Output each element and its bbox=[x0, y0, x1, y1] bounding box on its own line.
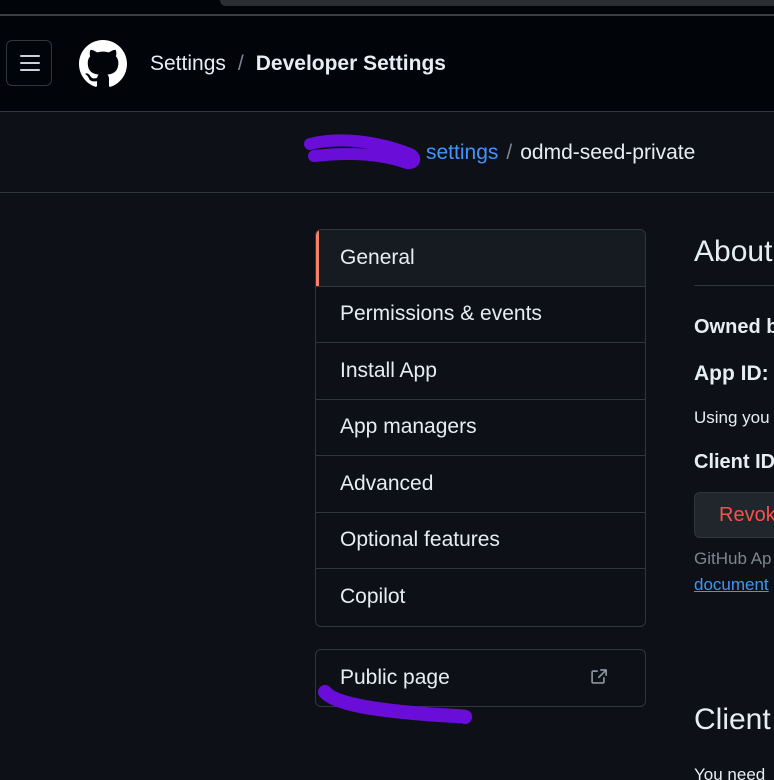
public-page-label: Public page bbox=[340, 666, 450, 689]
client-id-label: Client ID bbox=[694, 451, 774, 473]
current-app-name: odmd-seed-private bbox=[520, 141, 696, 164]
browser-tab bbox=[220, 0, 774, 6]
you-need-text: You need bbox=[694, 765, 766, 780]
menu-item-copilot[interactable]: Copilot bbox=[316, 569, 645, 626]
public-page-link[interactable]: Public page bbox=[315, 649, 646, 707]
documentation-link[interactable]: document bbox=[694, 575, 769, 595]
about-heading: About bbox=[694, 235, 773, 268]
main-content: About Owned b App ID: 9 Using you Client… bbox=[694, 229, 774, 780]
menu-item-advanced[interactable]: Advanced bbox=[316, 456, 645, 513]
github-apps-text: GitHub Ap bbox=[694, 549, 772, 568]
revoke-button[interactable]: Revoke bbox=[694, 492, 774, 538]
github-logo-icon[interactable] bbox=[79, 40, 127, 88]
header-breadcrumb: Settings / Developer Settings bbox=[150, 52, 446, 76]
settings-side-menu: General Permissions & events Install App… bbox=[315, 229, 646, 627]
sub-breadcrumb-separator: / bbox=[506, 141, 513, 164]
menu-item-install-app[interactable]: Install App bbox=[316, 343, 645, 400]
using-text: Using you bbox=[694, 408, 770, 427]
breadcrumb-developer-settings[interactable]: Developer Settings bbox=[256, 52, 446, 75]
menu-item-app-managers[interactable]: App managers bbox=[316, 400, 645, 456]
client-secrets-heading: Client bbox=[694, 703, 771, 736]
app-settings-link[interactable]: settings bbox=[314, 141, 498, 164]
external-link-icon bbox=[591, 669, 607, 684]
hamburger-menu-button[interactable] bbox=[6, 40, 52, 86]
menu-item-optional-features[interactable]: Optional features bbox=[316, 513, 645, 569]
heading-divider bbox=[694, 285, 774, 286]
hamburger-line bbox=[20, 69, 40, 71]
menu-item-general[interactable]: General bbox=[316, 230, 645, 287]
global-header: Settings / Developer Settings bbox=[0, 16, 774, 112]
sub-navigation-bar: settings / odmd-seed-private bbox=[0, 112, 774, 193]
menu-item-permissions-events[interactable]: Permissions & events bbox=[316, 287, 645, 343]
hamburger-line bbox=[20, 62, 40, 64]
app-id-label: App ID: 9 bbox=[694, 362, 774, 385]
hamburger-line bbox=[20, 55, 40, 57]
breadcrumb-separator: / bbox=[237, 52, 244, 75]
browser-tab-strip bbox=[0, 0, 774, 16]
sub-breadcrumb: settings / odmd-seed-private bbox=[314, 141, 695, 165]
owned-by-label: Owned b bbox=[694, 316, 774, 338]
breadcrumb-settings-link[interactable]: Settings bbox=[150, 52, 226, 75]
